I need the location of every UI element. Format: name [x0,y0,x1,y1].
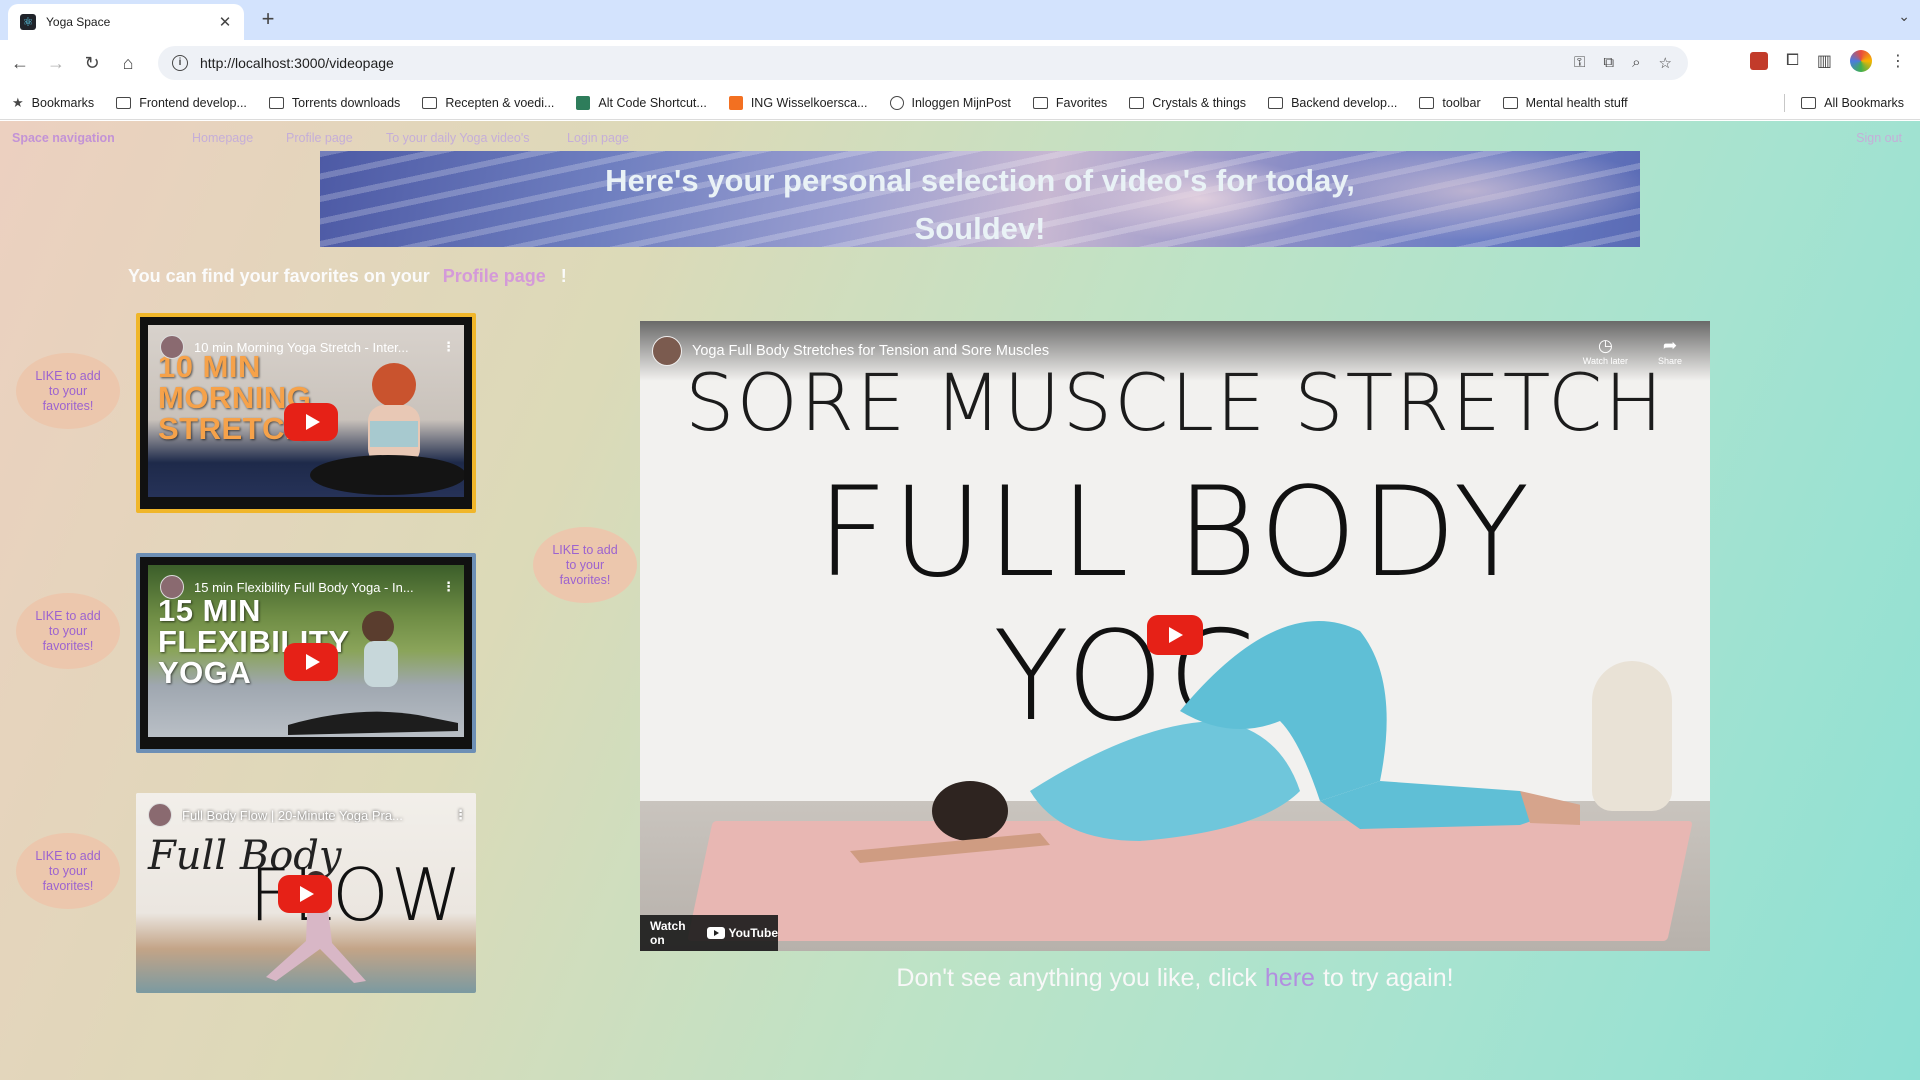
site-icon [728,95,743,110]
bookmark-item[interactable]: Alt Code Shortcut... [576,95,707,110]
puzzle-icon[interactable]: ⧠ [1786,52,1799,70]
page-content: Space navigation Homepage Profile page T… [0,121,1920,1080]
more-icon[interactable]: ⋮ [442,579,455,595]
main-video-title[interactable]: Yoga Full Body Stretches for Tension and… [692,343,1583,359]
zoom-icon[interactable]: ⌕ [1632,54,1640,72]
channel-avatar[interactable] [160,575,184,599]
back-button[interactable]: ← [4,47,36,79]
bookmark-folder[interactable]: Favorites [1032,96,1107,110]
profile-page-link[interactable]: Profile page [443,266,546,286]
bookmark-item[interactable]: ★ Bookmarks [12,95,94,111]
react-icon: ⚛ [20,14,36,30]
banner-line-2: Souldev! [914,211,1046,246]
chevron-down-icon[interactable]: ⌄ [1898,8,1910,25]
folder-icon [1502,96,1518,109]
like-button-main[interactable]: LIKE to add to your favorites! [533,527,637,603]
browser-toolbar: ← → ↻ ⌂ i http://localhost:3000/videopag… [0,40,1920,86]
tab-title: Yoga Space [46,15,111,29]
like-button[interactable]: LIKE to add to your favorites! [16,353,120,429]
clock-icon: ◷ [1597,336,1613,355]
bookmark-folder[interactable]: Recepten & voedi... [422,96,554,110]
video-thumbnail-2[interactable]: 15 min Flexibility Full Body Yoga - In..… [136,553,476,753]
like-button[interactable]: LIKE to add to your favorites! [16,833,120,909]
bookmarks-bar: ★ Bookmarks Frontend develop... Torrents … [0,86,1920,120]
star-icon: ★ [12,94,24,110]
folder-icon [116,96,132,109]
bookmark-star-icon[interactable]: ☆ [1659,54,1672,72]
reload-button[interactable]: ↻ [76,47,108,79]
menu-icon[interactable]: ⋮ [1890,51,1906,71]
favorites-note: You can find your favorites on your Prof… [128,266,567,286]
nav-link-profile[interactable]: Profile page [286,131,353,145]
bookmark-folder[interactable]: Backend develop... [1268,96,1397,110]
bookmark-folder[interactable]: Mental health stuff [1502,96,1628,110]
tab-strip: ⚛ Yoga Space ✕ + ⌄ [0,0,1920,40]
site-info-icon[interactable]: i [172,55,188,71]
nav-link-login[interactable]: Login page [567,131,629,145]
close-icon[interactable]: ✕ [216,13,234,31]
bookmark-item[interactable]: Inloggen MijnPost [889,95,1011,110]
thumb-caption-line: 15 MIN [158,593,261,628]
folder-icon [1268,96,1284,109]
folder-icon [1419,96,1435,109]
more-icon[interactable]: ⋮ [454,807,467,823]
video-thumbnail-1[interactable]: 10 min Morning Yoga Stretch - Inter... ⋮… [136,313,476,513]
profile-avatar[interactable] [1850,50,1872,72]
play-button[interactable] [278,875,332,913]
side-panel-icon[interactable]: ▥ [1817,51,1832,71]
browser-tab[interactable]: ⚛ Yoga Space ✕ [8,4,244,40]
bookmark-folder[interactable]: Torrents downloads [268,96,400,110]
youtube-icon [707,927,726,939]
bookmark-folder[interactable]: Crystals & things [1129,96,1246,110]
video-title[interactable]: 15 min Flexibility Full Body Yoga - In..… [194,580,442,595]
nav-link-daily-videos[interactable]: To your daily Yoga video's [386,131,529,145]
share-icon: ➦ [1662,336,1678,355]
nav-brand[interactable]: Space navigation [12,131,115,145]
folder-icon [1801,96,1817,109]
play-button[interactable] [1147,615,1203,655]
globe-icon [889,95,904,110]
key-icon[interactable]: ⚿ [1574,54,1585,72]
forward-button[interactable]: → [40,47,72,79]
new-tab-button[interactable]: + [254,6,282,34]
play-button[interactable] [284,643,338,681]
address-bar[interactable]: i http://localhost:3000/videopage ⚿ ⧉ ⌕ … [158,46,1688,80]
retry-link[interactable]: here [1265,964,1315,992]
url-text[interactable]: http://localhost:3000/videopage [200,55,1574,71]
banner-line-1: Here's your personal selection of video'… [605,163,1355,198]
folder-icon [422,96,438,109]
nav-signout[interactable]: Sign out [1856,131,1902,145]
divider [1784,93,1786,112]
share-button[interactable]: ➦ Share [1658,336,1682,366]
extension-icon[interactable] [1750,52,1769,70]
more-icon[interactable]: ⋮ [442,339,455,355]
folder-icon [1032,96,1048,109]
bookmark-folder[interactable]: Frontend develop... [116,96,247,110]
vase-image [1592,661,1672,811]
channel-avatar[interactable] [148,803,172,827]
main-video-player[interactable]: Yoga Full Body Stretches for Tension and… [640,321,1710,951]
welcome-banner: Here's your personal selection of video'… [320,151,1640,247]
nav-link-homepage[interactable]: Homepage [192,131,253,145]
site-navigation: Space navigation Homepage Profile page T… [0,121,1920,153]
like-button[interactable]: LIKE to add to your favorites! [16,593,120,669]
video-title[interactable]: 10 min Morning Yoga Stretch - Inter... [194,340,442,355]
home-button[interactable]: ⌂ [112,47,144,79]
retry-message: Don't see anything you like, click here to… [896,964,1454,992]
channel-avatar[interactable] [160,335,184,359]
site-icon [576,95,591,110]
all-bookmarks-folder[interactable]: All Bookmarks [1801,96,1904,110]
watch-on-youtube-button[interactable]: Watch on YouTube [640,915,778,951]
bookmark-item[interactable]: ING Wisselkoersca... [728,95,868,110]
play-button[interactable] [284,403,338,441]
folder-icon [268,96,284,109]
channel-avatar[interactable] [652,336,682,366]
video-title[interactable]: Full Body Flow | 20-Minute Yoga Pra... [182,808,454,823]
video-thumbnail-3[interactable]: Full Body Flow | 20-Minute Yoga Pra... ⋮… [136,793,476,993]
watch-later-button[interactable]: ◷ Watch later [1583,336,1628,366]
open-external-icon[interactable]: ⧉ [1603,54,1614,72]
bookmark-folder[interactable]: toolbar [1419,96,1481,110]
folder-icon [1129,96,1145,109]
